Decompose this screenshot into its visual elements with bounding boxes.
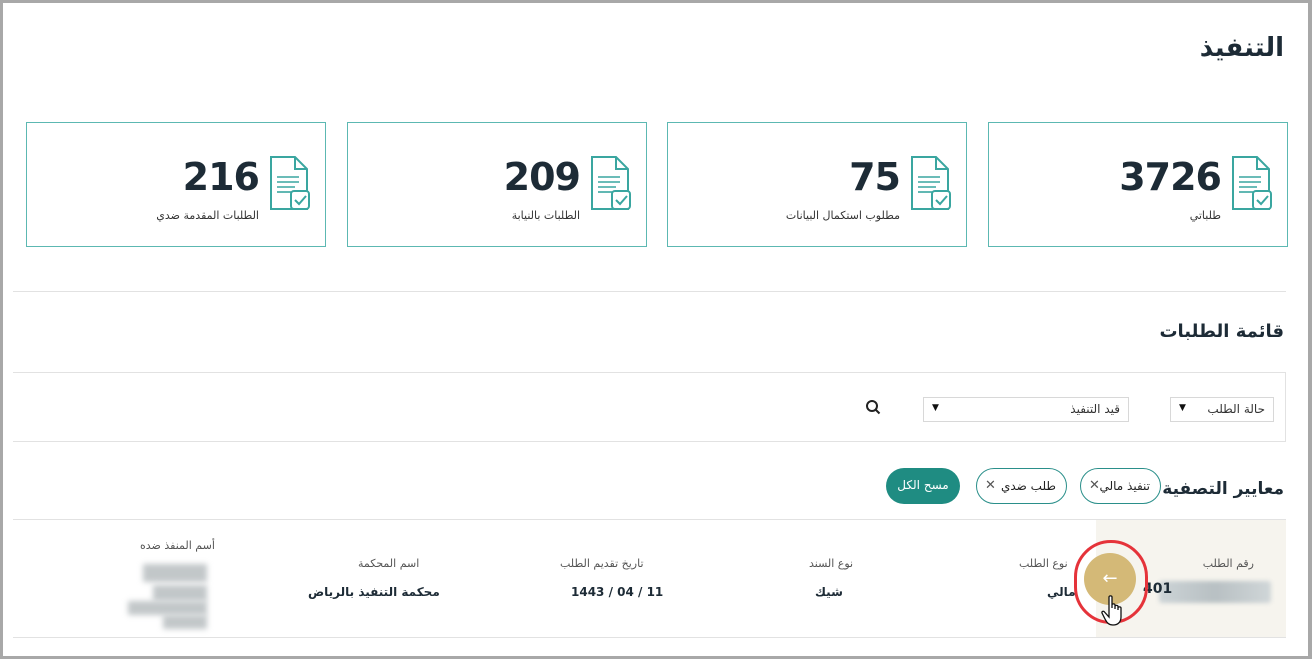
- search-icon[interactable]: [865, 399, 881, 415]
- stat-label: الطلبات بالنيابة: [511, 209, 580, 222]
- filter-chip-label: تنفيذ مالي: [1099, 479, 1150, 493]
- stat-card-on-behalf[interactable]: 209 الطلبات بالنيابة: [347, 122, 647, 247]
- page-frame: التنفيذ 3726 طلباتي 75 مطلوب استكمال الب…: [0, 0, 1312, 659]
- stat-label: طلباتي: [1189, 209, 1221, 222]
- redacted-request-number: [1159, 581, 1271, 603]
- bond-type-value: شيك: [815, 585, 843, 599]
- clear-all-label: مسح الكل: [897, 478, 949, 492]
- close-icon[interactable]: ✕: [1089, 478, 1100, 493]
- request-status-select-value: حالة الطلب: [1207, 402, 1265, 416]
- filter-chip-label: طلب ضدي: [1000, 479, 1056, 493]
- stat-value: 209: [503, 155, 581, 199]
- stat-value: 3726: [1119, 155, 1222, 199]
- requests-list-title: قائمة الطلبات: [1159, 321, 1284, 342]
- stat-label: الطلبات المقدمة ضدي: [156, 209, 259, 222]
- redacted-name: [163, 615, 207, 629]
- execution-state-select[interactable]: قيد التنفيذ ▼: [923, 397, 1129, 422]
- court-name-value: محكمة التنفيذ بالرياض: [308, 585, 440, 599]
- document-check-icon: [911, 156, 951, 210]
- header-bond-type: نوع السند: [809, 557, 854, 570]
- execution-state-select-value: قيد التنفيذ: [1070, 402, 1120, 416]
- stat-value: 216: [182, 155, 260, 199]
- request-type-value: مالي: [1047, 585, 1076, 599]
- close-icon[interactable]: ✕: [985, 478, 996, 493]
- submit-date-value: 1443 / 04 / 11: [571, 585, 664, 599]
- stat-value: 75: [849, 155, 901, 199]
- filter-chip-against-me[interactable]: طلب ضدي ✕: [976, 468, 1067, 504]
- stat-card-my-requests[interactable]: 3726 طلباتي: [988, 122, 1288, 247]
- filter-criteria-title: معايير التصفية: [1162, 479, 1284, 499]
- clear-all-button[interactable]: مسح الكل: [886, 468, 960, 504]
- stat-card-against-me[interactable]: 216 الطلبات المقدمة ضدي: [26, 122, 326, 247]
- header-request-number: رقم الطلب: [1202, 557, 1254, 570]
- redacted-name: [143, 564, 207, 582]
- section-divider: [13, 291, 1286, 292]
- stat-card-incomplete-data[interactable]: 75 مطلوب استكمال البيانات: [667, 122, 967, 247]
- page-title: التنفيذ: [1199, 33, 1284, 63]
- header-request-type: نوع الطلب: [1019, 557, 1068, 570]
- redacted-name: [128, 601, 207, 615]
- header-court-name: اسم المحكمة: [358, 557, 420, 570]
- header-submit-date: تاريخ تقديم الطلب: [560, 557, 644, 570]
- chevron-down-icon: ▼: [1179, 403, 1186, 413]
- document-check-icon: [591, 156, 631, 210]
- document-check-icon: [270, 156, 310, 210]
- redacted-name: [153, 585, 207, 601]
- request-status-select[interactable]: حالة الطلب ▼: [1170, 397, 1274, 422]
- hand-cursor-icon: [1101, 595, 1122, 626]
- header-executed-against: أسم المنفذ ضده: [140, 539, 215, 552]
- stat-label: مطلوب استكمال البيانات: [785, 209, 900, 222]
- arrow-left-icon: ←: [1102, 568, 1118, 589]
- document-check-icon: [1232, 156, 1272, 210]
- filter-chip-financial[interactable]: تنفيذ مالي ✕: [1080, 468, 1161, 504]
- chevron-down-icon: ▼: [932, 403, 939, 413]
